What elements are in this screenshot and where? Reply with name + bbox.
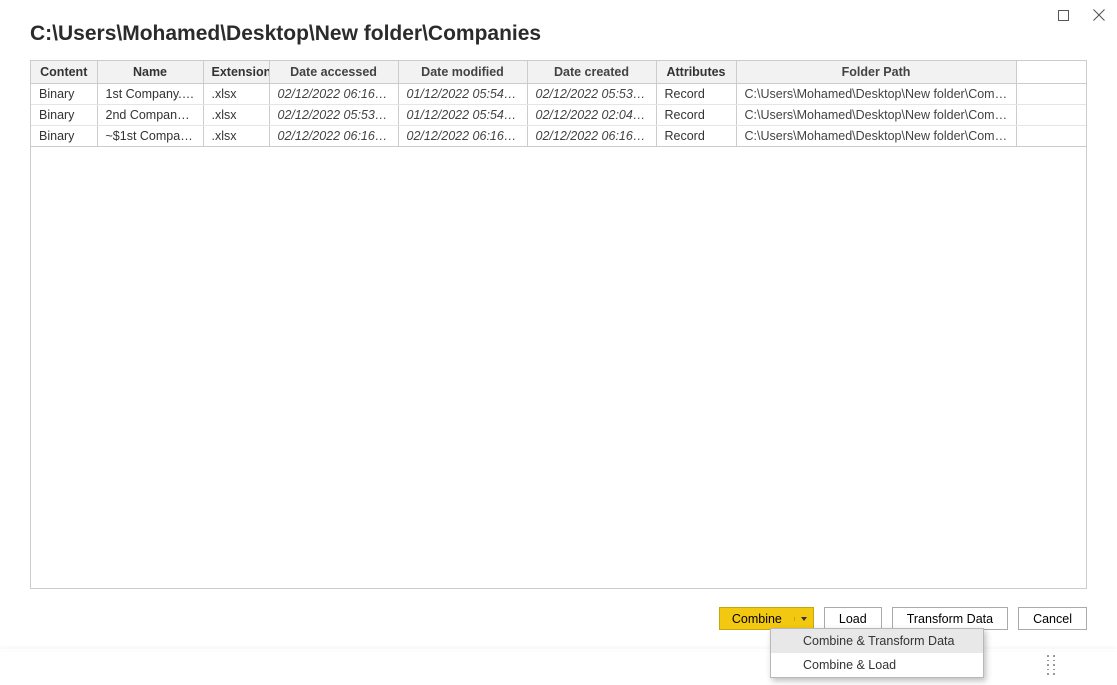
col-header-folder-path[interactable]: Folder Path: [736, 61, 1016, 84]
table-row[interactable]: Binary ~$1st Company.xlsx .xlsx 02/12/20…: [31, 126, 1086, 147]
cell-date-created: 02/12/2022 06:16:19 AM: [527, 126, 656, 147]
cell-date-modified: 02/12/2022 06:16:19 AM: [398, 126, 527, 147]
cell-content: Binary: [31, 84, 97, 105]
cancel-button[interactable]: Cancel: [1018, 607, 1087, 630]
table-row[interactable]: Binary 1st Company.xlsx .xlsx 02/12/2022…: [31, 84, 1086, 105]
table-header-row: Content Name Extension Date accessed Dat…: [31, 61, 1086, 84]
page-title: C:\Users\Mohamed\Desktop\New folder\Comp…: [0, 0, 1117, 60]
cell-content: Binary: [31, 126, 97, 147]
preview-pane: Content Name Extension Date accessed Dat…: [30, 60, 1087, 589]
col-header-date-accessed[interactable]: Date accessed: [269, 61, 398, 84]
cell-attributes: Record: [656, 126, 736, 147]
combine-button[interactable]: Combine: [719, 607, 814, 630]
cell-date-accessed: 02/12/2022 06:16:04 AM: [269, 84, 398, 105]
cell-attributes: Record: [656, 84, 736, 105]
cell-extension: .xlsx: [203, 126, 269, 147]
load-button[interactable]: Load: [824, 607, 882, 630]
cell-folder-path: C:\Users\Mohamed\Desktop\New folder\Comp…: [736, 84, 1016, 105]
cell-extension: .xlsx: [203, 84, 269, 105]
cell-attributes: Record: [656, 105, 736, 126]
combine-button-label: Combine: [720, 612, 794, 626]
cell-date-created: 02/12/2022 05:53:09 AM: [527, 84, 656, 105]
cell-content: Binary: [31, 105, 97, 126]
col-header-content[interactable]: Content: [31, 61, 97, 84]
cell-date-accessed: 02/12/2022 06:16:19 AM: [269, 126, 398, 147]
col-header-extension[interactable]: Extension: [203, 61, 269, 84]
maximize-icon[interactable]: [1058, 8, 1069, 24]
cell-date-modified: 01/12/2022 05:54:12 PM: [398, 105, 527, 126]
cell-extension: .xlsx: [203, 105, 269, 126]
cell-folder-path: C:\Users\Mohamed\Desktop\New folder\Comp…: [736, 126, 1016, 147]
cell-name: 1st Company.xlsx: [97, 84, 203, 105]
resize-grip-icon[interactable]: [1047, 655, 1055, 675]
dropdown-combine-load[interactable]: Combine & Load: [771, 653, 983, 677]
cell-date-created: 02/12/2022 02:04:20 PM: [527, 105, 656, 126]
col-header-date-modified[interactable]: Date modified: [398, 61, 527, 84]
close-icon[interactable]: [1093, 8, 1105, 24]
dropdown-combine-transform[interactable]: Combine & Transform Data: [771, 629, 983, 653]
table-row[interactable]: Binary 2nd Company.xlsx .xlsx 02/12/2022…: [31, 105, 1086, 126]
chevron-down-icon: [801, 617, 807, 621]
data-table: Content Name Extension Date accessed Dat…: [31, 61, 1086, 147]
button-bar: Combine Load Transform Data Cancel: [719, 607, 1087, 630]
cell-name: 2nd Company.xlsx: [97, 105, 203, 126]
cell-name: ~$1st Company.xlsx: [97, 126, 203, 147]
combine-dropdown-menu: Combine & Transform Data Combine & Load: [770, 628, 984, 678]
cell-date-accessed: 02/12/2022 05:53:33 AM: [269, 105, 398, 126]
col-header-date-created[interactable]: Date created: [527, 61, 656, 84]
col-header-attributes[interactable]: Attributes: [656, 61, 736, 84]
transform-data-button[interactable]: Transform Data: [892, 607, 1008, 630]
combine-dropdown-toggle[interactable]: [794, 617, 813, 621]
col-header-name[interactable]: Name: [97, 61, 203, 84]
cell-date-modified: 01/12/2022 05:54:12 PM: [398, 84, 527, 105]
cell-folder-path: C:\Users\Mohamed\Desktop\New folder\Comp…: [736, 105, 1016, 126]
